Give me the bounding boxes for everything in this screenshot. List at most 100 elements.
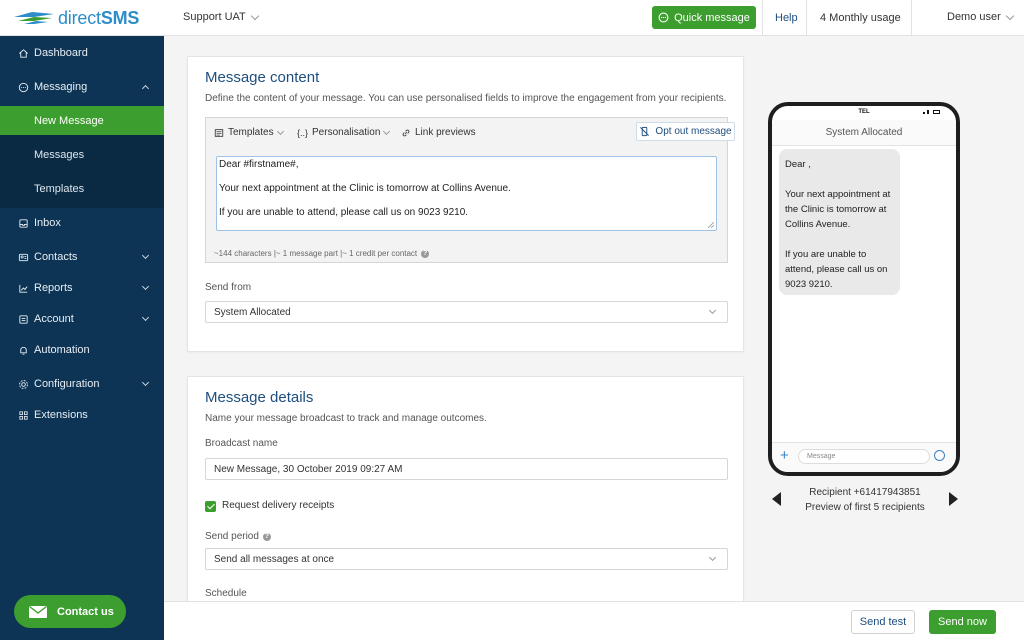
top-bar: directSMS Support UAT Quick message Help… (0, 0, 1024, 36)
delivery-receipts-checkbox[interactable] (205, 501, 216, 512)
link-previews-label: Link previews (415, 127, 476, 138)
help-icon[interactable]: ? (421, 249, 430, 258)
preview-note: Preview of first 5 recipients (805, 502, 925, 513)
card-description: Name your message broadcast to track and… (205, 413, 487, 424)
chevron-down-icon (141, 251, 150, 260)
quick-message-button[interactable]: Quick message (652, 6, 756, 29)
chart-icon (17, 282, 29, 294)
account-name: Support UAT (183, 11, 246, 23)
sidebar-item-configuration[interactable]: Configuration (0, 367, 164, 401)
bubble-line: Dear , (785, 159, 811, 170)
sidebar: Dashboard Messaging New Message Messages… (0, 36, 164, 640)
signal-icon (923, 112, 925, 114)
braces-icon: {..} (297, 127, 309, 138)
divider (806, 0, 807, 36)
sidebar-item-contacts[interactable]: Contacts (0, 240, 164, 274)
chat-bubble-icon (658, 12, 669, 23)
sidebar-item-label: Configuration (34, 378, 100, 390)
sidebar-item-inbox[interactable]: Inbox (0, 206, 164, 240)
message-line: Dear #firstname#, (219, 159, 299, 170)
character-count-text: ~144 characters |~ 1 message part |~ 1 c… (214, 249, 418, 258)
envelope-icon (29, 605, 47, 618)
message-editor: Templates {..} Personalisation Link prev… (205, 117, 735, 263)
message-details-card: Message details Name your message broadc… (187, 376, 744, 606)
send-period-value: Send all messages at once (214, 553, 335, 565)
card-title: Message details (205, 389, 314, 406)
send-test-button[interactable]: Send test (851, 610, 915, 634)
send-from-label: Send from (205, 282, 252, 293)
opt-out-label: Opt out message (655, 126, 732, 137)
next-recipient-button[interactable] (949, 492, 958, 506)
opt-out-message-button[interactable]: Opt out message (636, 122, 735, 141)
help-link[interactable]: Help (775, 12, 798, 24)
sidebar-item-label: Messaging (34, 81, 88, 93)
chevron-down-icon (1005, 11, 1015, 20)
contact-us-label: Contact us (57, 605, 114, 618)
sidebar-item-extensions[interactable]: Extensions (0, 398, 164, 432)
grid-icon (17, 409, 29, 421)
account-selector[interactable]: Support UAT (183, 11, 260, 23)
chevron-down-icon (708, 306, 717, 315)
resize-handle-icon[interactable] (708, 222, 714, 228)
chat-icon (17, 81, 29, 93)
message-bubble: Dear , Your next appointment at the Clin… (779, 149, 900, 295)
plus-icon: + (780, 447, 789, 464)
templates-menu[interactable]: Templates (214, 127, 284, 138)
sidebar-item-label: Reports (34, 282, 73, 294)
inbox-icon (17, 217, 29, 229)
send-period-label-text: Send period (205, 531, 259, 542)
status-icons (923, 110, 940, 114)
card-description: Define the content of your message. You … (205, 93, 727, 104)
logo-text-sms: SMS (100, 7, 140, 28)
sidebar-item-account[interactable]: Account (0, 302, 164, 336)
schedule-label: Schedule (205, 588, 247, 599)
bubble-line: If you are unable to attend, please call… (785, 249, 888, 290)
chevron-down-icon (141, 378, 150, 387)
message-textarea[interactable]: Dear #firstname#, Your next appointment … (216, 156, 717, 231)
card-title: Message content (205, 69, 320, 86)
sidebar-item-messaging[interactable]: Messaging (0, 70, 164, 104)
sidebar-item-dashboard[interactable]: Dashboard (0, 36, 164, 70)
sidebar-subitem-label: Messages (34, 149, 85, 161)
user-menu[interactable]: Demo user (947, 11, 1015, 23)
sidebar-item-automation[interactable]: Automation (0, 333, 164, 367)
recipient-number: Recipient +61417943851 (809, 487, 921, 498)
sidebar-item-label: Inbox (34, 217, 61, 229)
sidebar-item-label: Contacts (34, 251, 78, 263)
delivery-receipts-label[interactable]: Request delivery receipts (222, 500, 334, 511)
sidebar-subitem-templates[interactable]: Templates (0, 174, 164, 204)
message-line: If you are unable to attend, please call… (219, 207, 469, 218)
broadcast-name-input[interactable]: New Message, 30 October 2019 09:27 AM (205, 458, 728, 480)
sidebar-item-label: Account (34, 313, 74, 325)
home-icon (17, 47, 29, 59)
contact-us-button[interactable]: Contact us (14, 595, 126, 628)
sidebar-subitem-new-message[interactable]: New Message (0, 106, 164, 135)
sidebar-item-reports[interactable]: Reports (0, 271, 164, 305)
account-icon (17, 313, 29, 325)
battery-icon (933, 110, 940, 114)
logo-mark-icon (14, 12, 54, 24)
chevron-up-icon (141, 84, 150, 93)
chevron-down-icon (250, 11, 260, 20)
logo[interactable]: directSMS (14, 8, 139, 28)
link-previews-button[interactable]: Link previews (401, 127, 476, 138)
personalisation-label: Personalisation (312, 127, 381, 138)
help-icon[interactable]: ? (262, 532, 271, 541)
chevron-down-icon (141, 313, 150, 322)
send-now-button[interactable]: Send now (929, 610, 996, 634)
monthly-usage-link[interactable]: 4 Monthly usage (820, 12, 901, 24)
previous-recipient-button[interactable] (772, 492, 781, 506)
emoji-icon (934, 450, 945, 461)
bubble-line: Your next appointment at the Clinic is t… (785, 189, 891, 230)
phone-compose-bar: + Message (772, 442, 956, 472)
phone-message-input: Message (798, 449, 930, 464)
templates-label: Templates (228, 127, 274, 138)
sidebar-subitem-label: New Message (34, 114, 104, 127)
bell-icon (17, 344, 29, 356)
send-period-select[interactable]: Send all messages at once (205, 548, 728, 570)
personalisation-menu[interactable]: {..} Personalisation (297, 127, 391, 138)
sidebar-subitem-messages[interactable]: Messages (0, 140, 164, 170)
chevron-down-icon (276, 127, 284, 135)
send-from-select[interactable]: System Allocated (205, 301, 728, 323)
broadcast-name-value: New Message, 30 October 2019 09:27 AM (214, 463, 403, 475)
